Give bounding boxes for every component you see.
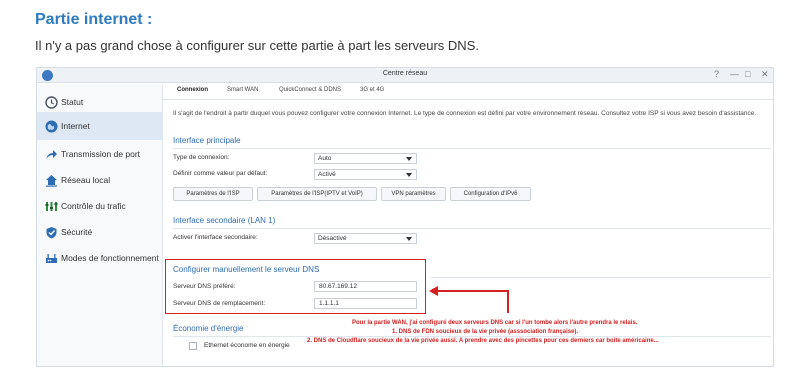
annotation-line-3: 2. DNS de Cloudflare soucieux de la vie … [307, 338, 659, 344]
annotation-line-2: 1. DNS de FDN soucieux de la vie privée … [392, 329, 579, 335]
annotation-arrow [429, 286, 509, 313]
annotation-line-1: Pour la partie WAN, j'ai configuré deux … [352, 320, 638, 326]
